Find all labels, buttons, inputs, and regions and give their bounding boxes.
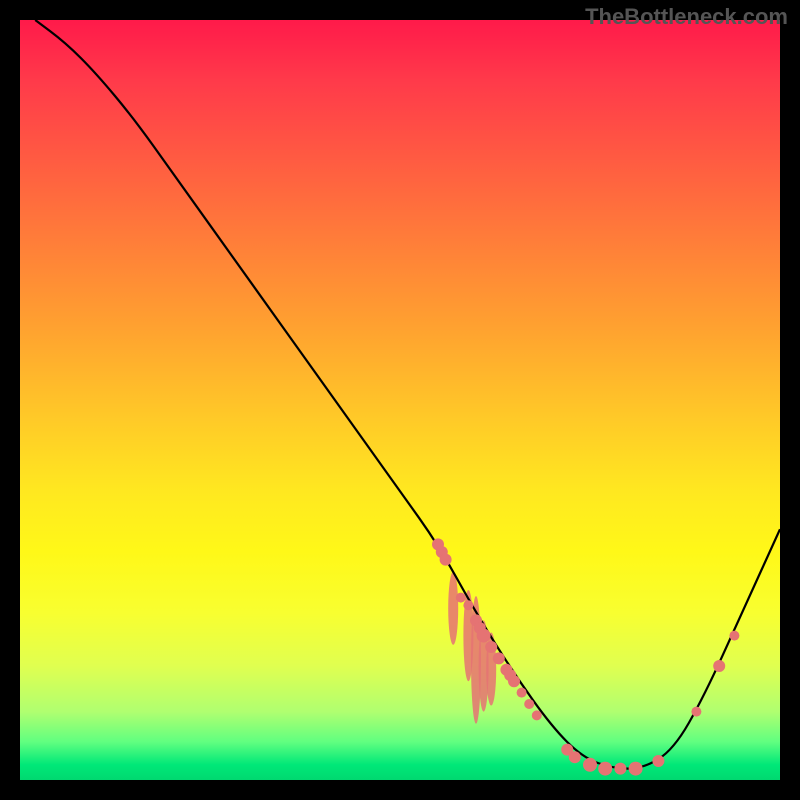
data-marker [517, 688, 527, 698]
attribution-text: TheBottleneck.com [585, 4, 788, 30]
data-marker [456, 593, 466, 603]
data-marker [485, 641, 497, 653]
bottleneck-curve [35, 20, 780, 769]
data-marker [652, 755, 664, 767]
data-marker [598, 762, 612, 776]
data-marker [729, 631, 739, 641]
data-marker [583, 758, 597, 772]
data-marker [569, 751, 581, 763]
chart-svg [20, 20, 780, 780]
data-marker [440, 554, 452, 566]
data-marker [477, 629, 491, 643]
data-marker [508, 675, 520, 687]
data-marker [463, 600, 473, 610]
data-marker [713, 660, 725, 672]
data-marker [629, 762, 643, 776]
data-marker [691, 707, 701, 717]
chart-container [20, 20, 780, 780]
data-marker [524, 699, 534, 709]
data-marker [532, 710, 542, 720]
data-marker [493, 652, 505, 664]
data-marker [614, 763, 626, 775]
